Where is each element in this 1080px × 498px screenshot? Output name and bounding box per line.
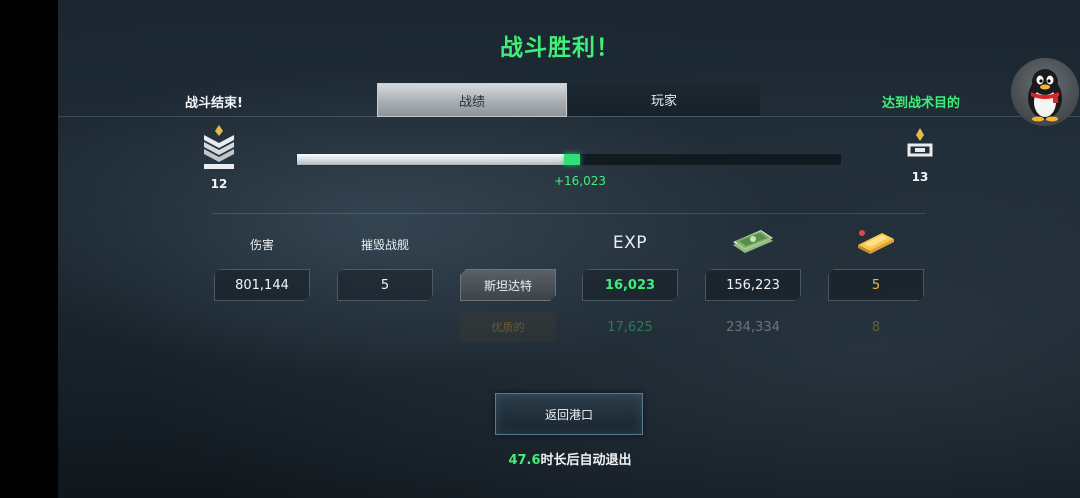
left-letterbox [0, 0, 58, 498]
penguin-graphic [1028, 69, 1062, 122]
rank-bar-icon [907, 128, 933, 157]
battle-result-screen: 战斗胜利！ 战斗结束! 战绩 玩家 达到战术目的 12 +16,023 13 伤… [0, 0, 1080, 498]
page-title: 战斗胜利！ [500, 35, 620, 61]
rank-progress-gain [563, 154, 580, 165]
money-stack-icon [733, 230, 773, 253]
tab-players[interactable]: 玩家 [568, 83, 760, 117]
countdown-seconds: 47.6 [508, 453, 541, 468]
damage-value: 801,144 [214, 269, 310, 301]
premium-gold-value: 8 [871, 319, 881, 335]
destroyed-value: 5 [337, 269, 433, 301]
gold-bar-icon [858, 230, 894, 254]
premium-exp-value: 17,625 [607, 319, 653, 335]
xp-gain-label: +16,023 [553, 174, 607, 188]
rank-progress-fill [297, 154, 564, 165]
countdown-text: 时长后自动退出 [540, 453, 632, 468]
objective-label: 达到战术目的 [882, 96, 961, 111]
tab-stats-label: 战绩 [458, 94, 485, 110]
standard-label: 斯坦达特 [460, 269, 556, 301]
next-rank: 13 [900, 128, 940, 184]
destroyed-header: 摧毁战舰 [360, 238, 409, 252]
current-rank-number: 12 [210, 177, 228, 191]
premium-label: 优质的 [460, 312, 556, 342]
battle-status-label: 战斗结束! [185, 96, 243, 111]
return-to-port-button[interactable]: 返回港口 [495, 393, 643, 435]
premium-credits-value: 234,334 [726, 319, 780, 335]
standard-exp-value: 16,023 [582, 269, 678, 301]
current-rank: 12 [199, 125, 239, 191]
next-rank-number: 13 [911, 170, 929, 184]
tab-players-label: 玩家 [650, 94, 677, 109]
header-divider [58, 116, 1080, 117]
rank-chevron-icon [204, 125, 234, 169]
qq-penguin-icon[interactable] [1011, 58, 1079, 126]
standard-gold-value: 5 [828, 269, 924, 301]
tab-stats[interactable]: 战绩 [377, 83, 567, 117]
exp-header: EXP [612, 233, 648, 253]
damage-header: 伤害 [249, 238, 274, 252]
auto-exit-countdown: 47.6时长后自动退出 [460, 449, 680, 468]
standard-credits-value: 156,223 [705, 269, 801, 301]
stats-divider [212, 213, 926, 214]
rank-progress-bar [296, 153, 842, 166]
